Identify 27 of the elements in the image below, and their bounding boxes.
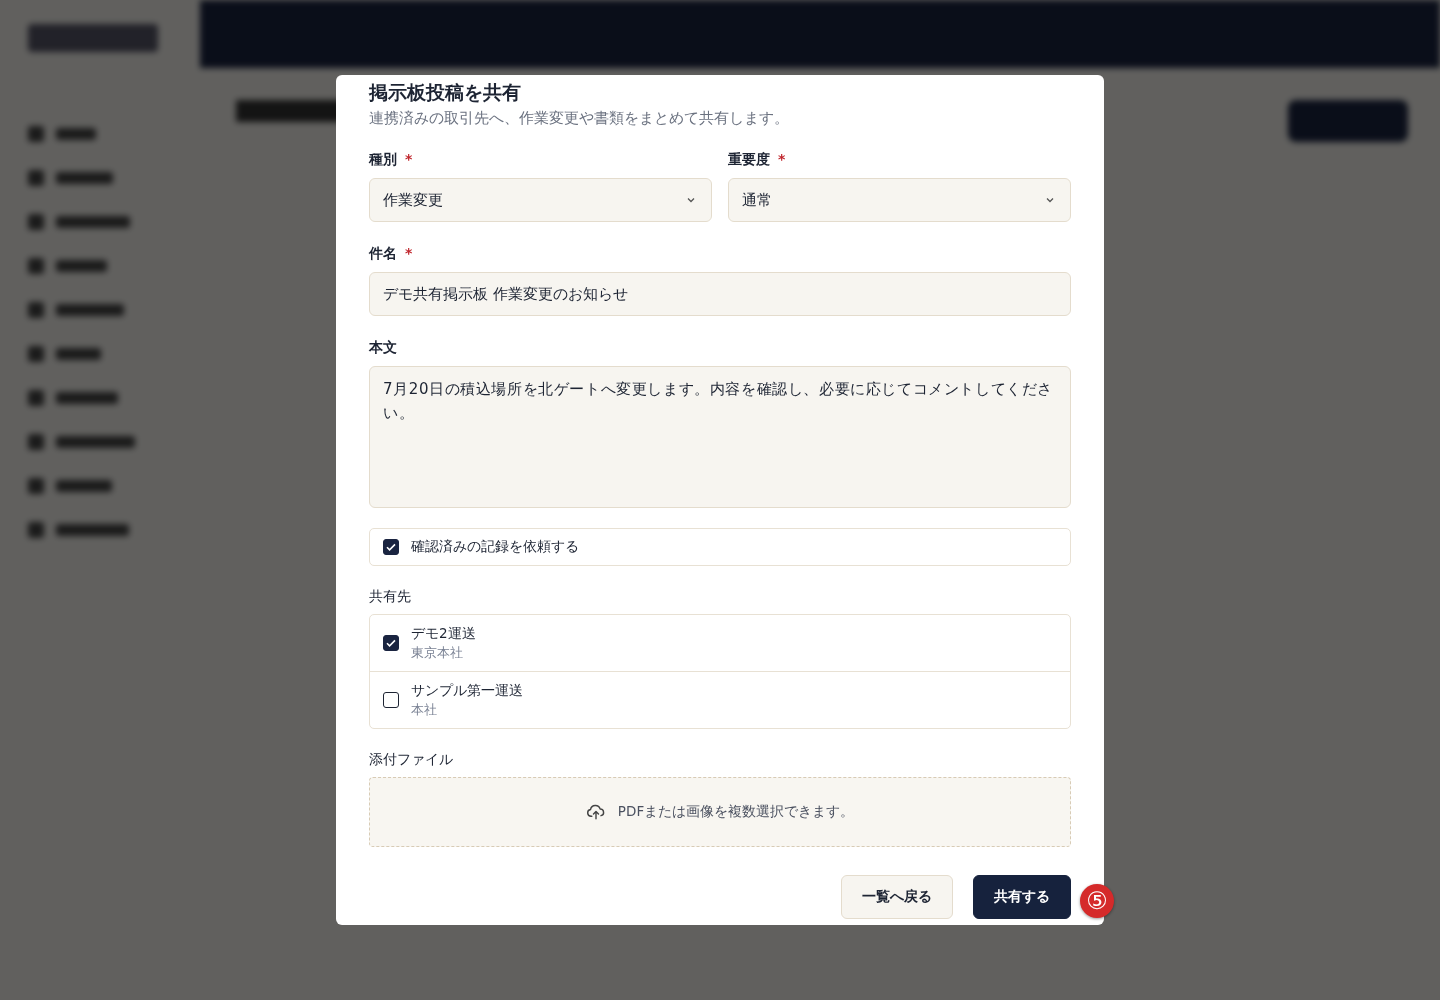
recipient-option[interactable]: デモ2運送 東京本社 — [370, 615, 1070, 671]
field-label: 件名 — [369, 244, 397, 262]
share-button[interactable]: 共有する — [973, 875, 1071, 919]
cloud-upload-icon — [585, 802, 606, 822]
dialog-title: 掲示板投稿を共有 — [369, 80, 522, 105]
field-label: 本文 — [369, 338, 397, 356]
recipient-name: サンプル第一運送 — [411, 681, 523, 700]
step-marker: ⑤ — [1080, 884, 1114, 918]
recipient-branch: 本社 — [411, 701, 438, 719]
text-input-field[interactable]: デモ共有掲示板 作業変更のお知らせ — [369, 272, 1071, 316]
textarea-field[interactable]: 7月20日の積込場所を北ゲートへ変更します。内容を確認し、必要に応じてコメントしてください。 — [369, 366, 1071, 508]
required-mark: * — [405, 244, 413, 262]
field-label: 種別 — [369, 150, 397, 168]
section-label: 共有先 — [369, 588, 412, 606]
recipient-branch: 東京本社 — [411, 644, 464, 662]
checkbox-option[interactable]: 確認済みの記録を依頼する — [369, 528, 1071, 566]
select-field[interactable]: 作業変更 — [369, 178, 712, 222]
back-button[interactable]: 一覧へ戻る — [841, 875, 953, 919]
section-label: 添付ファイル — [369, 751, 454, 769]
recipient-option[interactable]: サンプル第一運送 本社 — [370, 671, 1070, 728]
required-mark: * — [405, 150, 413, 168]
file-dropzone[interactable]: PDFまたは画像を複数選択できます。 — [369, 777, 1071, 847]
select-field[interactable]: 通常 — [728, 178, 1071, 222]
recipient-name: デモ2運送 — [411, 624, 476, 643]
dialog-description: 連携済みの取引先へ、作業変更や書類をまとめて共有します。 — [369, 109, 790, 128]
field-label: 重要度 — [728, 150, 770, 168]
required-mark: * — [778, 150, 786, 168]
